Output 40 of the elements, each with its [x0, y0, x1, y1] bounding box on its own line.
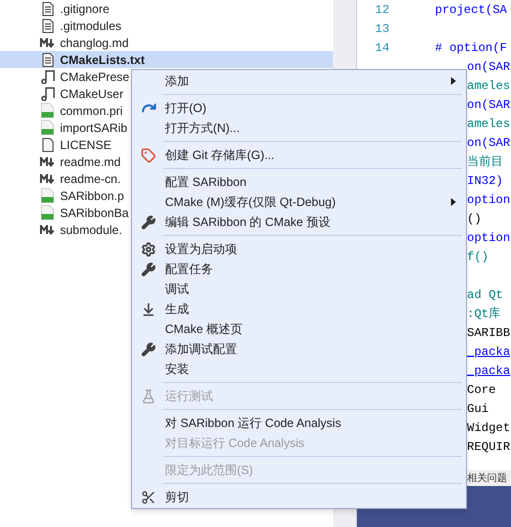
code-text: ()	[467, 210, 482, 228]
file-name: submodule.	[60, 222, 122, 238]
code-text: on(SAR	[467, 58, 510, 76]
file-name: .gitignore	[60, 0, 110, 18]
code-text: f()	[467, 248, 489, 266]
code-text: SARIBB	[467, 324, 510, 342]
file-name: CMakeUser	[60, 86, 124, 102]
file-name: common.pri	[60, 102, 123, 120]
file-name: .gitmodules	[60, 18, 122, 34]
code-text: Core	[467, 382, 496, 398]
code-text: _packa	[467, 362, 510, 380]
code-text: option	[467, 230, 510, 246]
file-name: readme-cn.	[60, 170, 121, 188]
code-text: Gui	[467, 400, 489, 418]
file-name: changlog.md	[60, 34, 129, 52]
code-text: 当前目	[467, 154, 503, 170]
code-text: project(SA	[435, 2, 508, 18]
code-text: ad Qt	[467, 286, 504, 304]
code-text: REQUIR	[467, 438, 510, 456]
code-text: _packa	[467, 344, 510, 360]
code-text: Widget	[467, 420, 510, 436]
code-text: on(SAR	[467, 96, 510, 114]
code-text: IN32)	[467, 172, 504, 190]
file-name: SARibbonBa	[60, 204, 129, 222]
file-name: CMakeLists.txt	[60, 52, 145, 68]
code-text: # option(F	[435, 40, 508, 56]
file-name: CMakePrese	[60, 68, 130, 86]
code-text: ameles	[467, 78, 510, 94]
code-text: ameles	[467, 116, 510, 132]
code-text: :Qt库	[467, 306, 501, 322]
file-name: importSARib	[60, 120, 128, 136]
code-text: on(SAR	[467, 134, 510, 152]
code-text: option	[467, 192, 510, 208]
line-number: 12	[374, 2, 390, 18]
line-number: 13	[374, 20, 390, 38]
file-name: LICENSE	[60, 136, 112, 154]
hint-text: 相关问题	[467, 472, 507, 486]
file-name: SARibbon.p	[60, 188, 124, 204]
line-number: 14	[374, 40, 390, 56]
file-name: readme.md	[60, 154, 121, 170]
